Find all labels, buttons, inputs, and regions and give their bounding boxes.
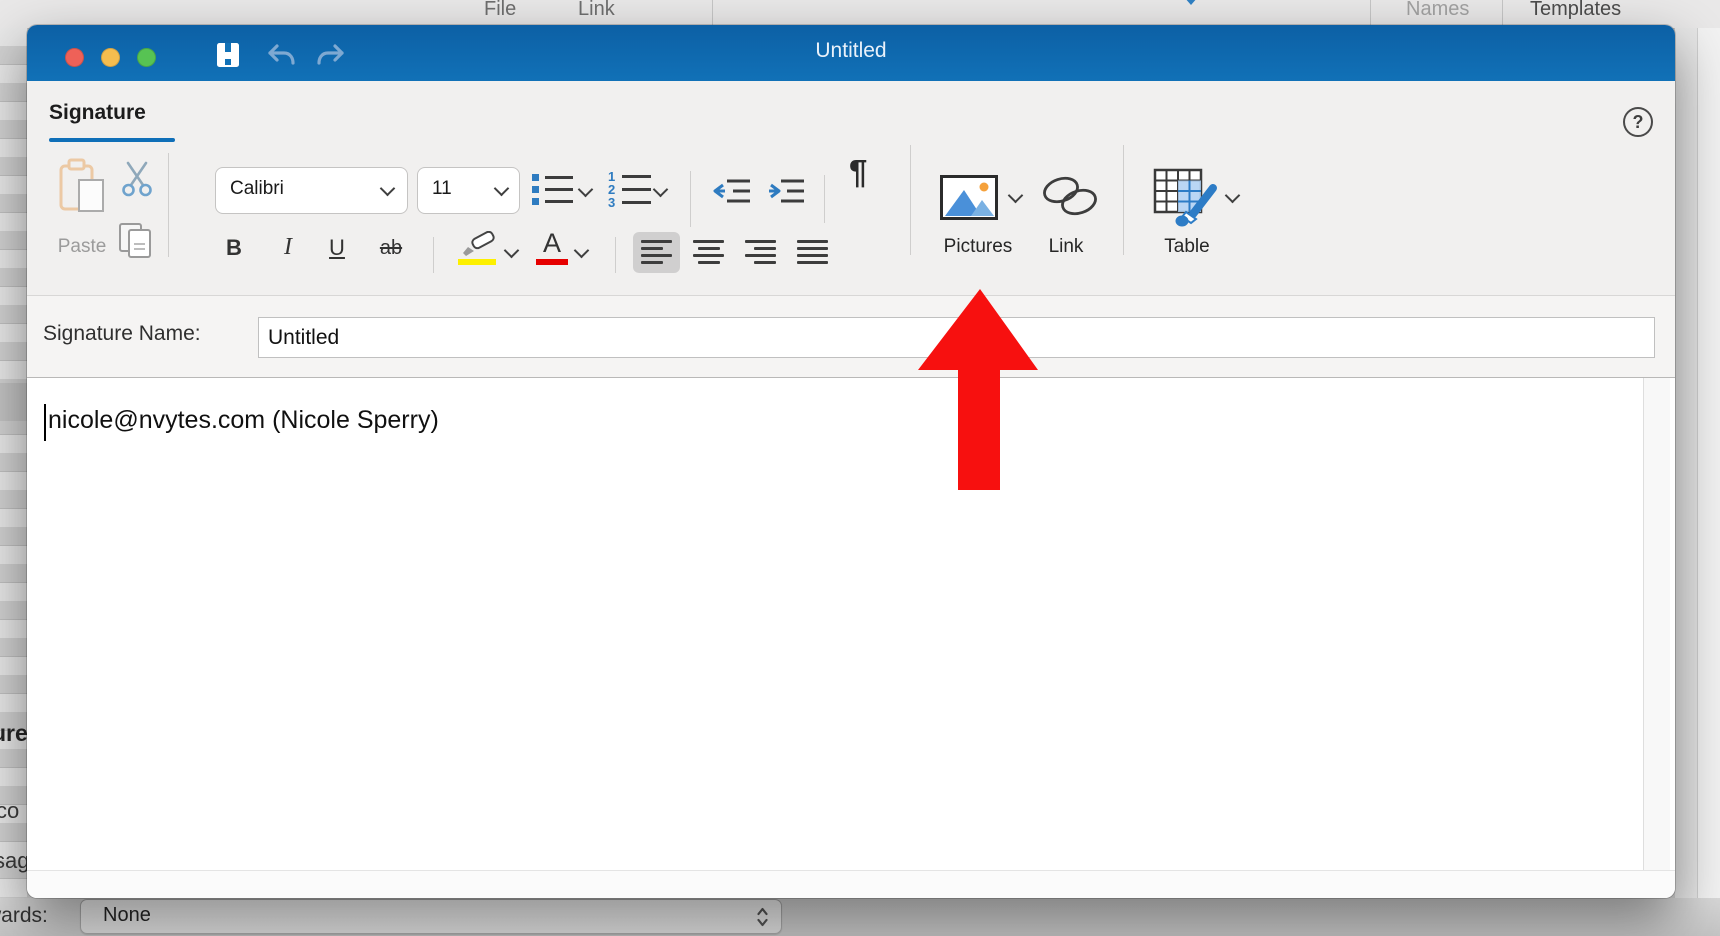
italic-button[interactable]: I <box>276 234 300 261</box>
align-center-icon <box>693 240 725 266</box>
divider <box>1123 145 1124 255</box>
bullet-list-icon[interactable] <box>532 171 574 207</box>
background-tab-link[interactable]: Link <box>578 0 615 21</box>
divider <box>1502 0 1503 28</box>
divider <box>1370 0 1371 28</box>
background-selected-row <box>0 383 27 421</box>
text-highlight-icon[interactable] <box>460 231 498 259</box>
chevron-down-icon[interactable] <box>653 182 669 198</box>
signature-editor-window: Untitled Signature ? Paste Calibri <box>27 25 1675 898</box>
font-name-value: Calibri <box>230 178 284 200</box>
font-color-swatch <box>536 259 568 265</box>
signature-name-row: Signature Name: <box>27 295 1675 378</box>
table-button[interactable]: Table <box>1137 236 1237 258</box>
text-cursor <box>44 404 46 441</box>
align-left-button[interactable] <box>633 232 680 273</box>
bold-button[interactable]: B <box>220 235 248 261</box>
background-tab-names[interactable]: Names <box>1406 0 1469 21</box>
dialog-footer <box>27 870 1675 898</box>
copy-icon[interactable] <box>118 222 156 260</box>
align-center-button[interactable] <box>685 232 732 273</box>
font-size-value: 11 <box>432 178 452 200</box>
titlebar[interactable]: Untitled <box>27 25 1675 81</box>
background-tab-file[interactable]: File <box>484 0 516 21</box>
paste-button[interactable]: Paste <box>49 236 115 258</box>
decrease-indent-button[interactable] <box>713 177 751 207</box>
tab-active-underline <box>49 138 175 142</box>
font-name-select[interactable]: Calibri <box>215 167 408 214</box>
underline-button[interactable]: U <box>323 235 351 261</box>
pictures-button[interactable]: Pictures <box>928 236 1028 258</box>
chevron-down-icon[interactable] <box>504 243 520 259</box>
chevron-down-icon[interactable] <box>574 243 590 259</box>
signature-editor[interactable]: nicole@nvytes.com (Nicole Sperry) <box>27 378 1675 870</box>
screen: File Link Names Templates ure co sag war… <box>0 0 1720 936</box>
link-icon[interactable] <box>1037 173 1103 219</box>
chevron-down-icon[interactable] <box>578 182 594 198</box>
chevron-down-icon <box>494 181 510 197</box>
align-justify-icon <box>797 240 829 266</box>
divider <box>712 0 713 28</box>
divider <box>910 145 911 255</box>
help-button[interactable]: ? <box>1623 107 1653 137</box>
align-right-icon <box>745 240 777 266</box>
pictures-icon[interactable] <box>940 175 998 220</box>
window-title: Untitled <box>27 39 1675 63</box>
chevron-down-icon[interactable] <box>1008 188 1024 204</box>
font-color-button[interactable]: A <box>536 228 568 259</box>
align-justify-button[interactable] <box>789 232 836 273</box>
red-arrow-annotation <box>900 280 1060 500</box>
divider <box>690 171 691 227</box>
font-size-select[interactable]: 11 <box>417 167 520 214</box>
scrollbar[interactable] <box>1643 378 1670 870</box>
divider <box>433 237 434 273</box>
table-icon[interactable] <box>1153 168 1219 228</box>
align-right-button[interactable] <box>737 232 784 273</box>
signature-name-label: Signature Name: <box>43 322 201 346</box>
replies-forwards-label: wards: <box>0 904 48 928</box>
chevron-down-icon[interactable] <box>1225 188 1241 204</box>
background-label-fragment: ure <box>0 720 27 747</box>
select-arrows-icon <box>756 906 769 928</box>
paste-icon[interactable] <box>58 158 108 214</box>
background-bottom-bar: wards: None <box>0 898 1720 936</box>
select-value: None <box>103 904 151 927</box>
highlight-color-swatch <box>458 259 496 265</box>
strikethrough-button[interactable]: ab <box>371 237 411 260</box>
background-list: ure co sag <box>0 28 27 936</box>
cut-icon[interactable] <box>120 161 154 197</box>
divider <box>615 237 616 273</box>
show-paragraph-marks-button[interactable]: ¶ <box>849 153 867 191</box>
divider <box>824 175 825 223</box>
numbering-digit: 3 <box>608 195 615 208</box>
chevron-down-icon <box>1184 0 1198 5</box>
chevron-down-icon <box>380 181 396 197</box>
signature-text: nicole@nvytes.com (Nicole Sperry) <box>48 406 439 435</box>
numbered-list-icon[interactable]: 1 2 3 <box>608 170 652 208</box>
tab-signature[interactable]: Signature <box>49 101 146 125</box>
align-left-icon <box>641 240 673 266</box>
replies-forwards-select[interactable]: None <box>80 899 782 934</box>
background-right-edge <box>1675 28 1720 936</box>
background-label-fragment: sag <box>0 848 27 874</box>
increase-indent-button[interactable] <box>767 177 805 207</box>
background-label-fragment: co <box>0 798 19 824</box>
background-tab-templates[interactable]: Templates <box>1530 0 1621 21</box>
link-button[interactable]: Link <box>1016 236 1116 258</box>
divider <box>168 153 169 257</box>
